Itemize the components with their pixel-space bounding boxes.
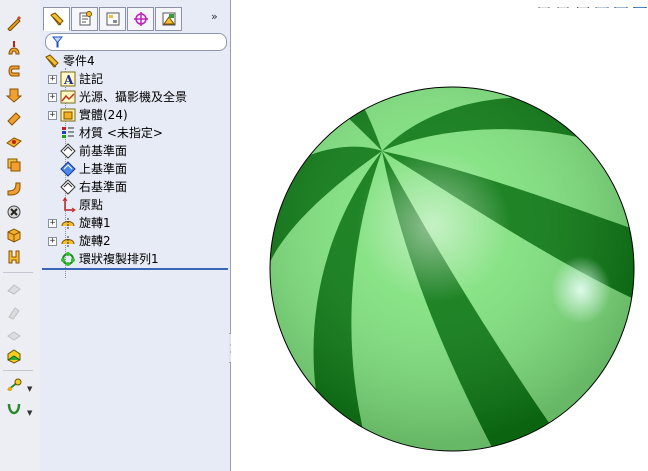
tree-root-part[interactable]: 零件4 bbox=[44, 52, 95, 70]
tree-item-revolve1[interactable]: + 旋轉1 bbox=[48, 214, 111, 232]
disabled-feature-icon-2[interactable] bbox=[4, 304, 24, 322]
sphere-highlight bbox=[551, 256, 611, 324]
svg-text:A: A bbox=[63, 73, 74, 87]
reference-geometry-dropdown-icon[interactable]: ▼ bbox=[27, 386, 33, 393]
circular-pattern-icon bbox=[60, 251, 76, 267]
chamfer-icon[interactable] bbox=[4, 203, 24, 221]
more-tabs-button[interactable]: » bbox=[211, 10, 218, 23]
expand-icon[interactable]: + bbox=[48, 92, 57, 102]
rollback-bar[interactable] bbox=[42, 268, 228, 270]
plane-icon bbox=[60, 179, 76, 195]
tree-filter-input[interactable] bbox=[45, 33, 227, 51]
tree-item-lights-cameras[interactable]: + 光源、攝影機及全景 bbox=[48, 88, 187, 106]
part-icon bbox=[44, 53, 60, 69]
tree-item-annotations[interactable]: + A 註記 bbox=[48, 70, 103, 88]
tree-root-label: 零件4 bbox=[63, 54, 95, 68]
material-icon bbox=[60, 125, 76, 141]
sweep-icon[interactable] bbox=[4, 110, 24, 128]
expand-icon[interactable]: + bbox=[48, 110, 57, 120]
tree-item-top-plane[interactable]: 上基準面 bbox=[60, 160, 127, 178]
expand-icon[interactable]: + bbox=[48, 236, 57, 246]
origin-icon bbox=[60, 197, 76, 213]
sketch-icon[interactable] bbox=[4, 14, 24, 32]
tree-item-circular-pattern[interactable]: 環狀複製排列1 bbox=[60, 250, 159, 268]
plane-icon[interactable] bbox=[4, 133, 24, 151]
toolbar-separator bbox=[3, 272, 33, 273]
expand-icon[interactable]: + bbox=[48, 74, 57, 84]
curves-dropdown-icon[interactable]: ▼ bbox=[27, 410, 33, 417]
loft-icon[interactable] bbox=[4, 86, 24, 104]
cut-icon[interactable] bbox=[4, 226, 24, 244]
graphics-area[interactable] bbox=[231, 0, 648, 471]
tree-item-front-plane[interactable]: 前基準面 bbox=[60, 142, 127, 160]
featuremanager-panel: » 零件4 + A 註記 + 光源、攝影機及全景 + 實體(24) 材質 <未指… bbox=[40, 0, 231, 471]
disabled-feature-icon-1[interactable] bbox=[4, 280, 24, 298]
propertymanager-tab[interactable] bbox=[71, 7, 98, 31]
tree-item-revolve2[interactable]: + 旋轉2 bbox=[48, 232, 111, 250]
curves-icon[interactable] bbox=[4, 401, 24, 419]
filter-icon bbox=[52, 36, 63, 48]
fillet-icon[interactable] bbox=[4, 180, 24, 198]
expand-icon[interactable]: + bbox=[48, 218, 57, 228]
annotations-icon: A bbox=[60, 71, 76, 87]
instant3d-icon[interactable] bbox=[4, 347, 24, 365]
plane-icon bbox=[60, 143, 76, 159]
plane-selected-icon bbox=[60, 161, 76, 177]
solid-bodies-icon bbox=[60, 107, 76, 123]
toolbar-separator bbox=[3, 370, 33, 371]
display-manager-tab[interactable] bbox=[155, 7, 182, 31]
extrude-boss-icon[interactable] bbox=[4, 39, 24, 57]
lights-cameras-icon bbox=[60, 89, 76, 105]
dimxpert-tab[interactable] bbox=[127, 7, 154, 31]
tree-item-origin[interactable]: 原點 bbox=[60, 196, 103, 214]
sphere-model[interactable] bbox=[231, 0, 648, 471]
revolve-icon bbox=[60, 233, 76, 249]
disabled-feature-icon-3[interactable] bbox=[4, 326, 24, 344]
shell-icon[interactable] bbox=[4, 156, 24, 174]
reference-geometry-icon[interactable] bbox=[4, 377, 24, 395]
panel-tabs bbox=[43, 7, 183, 31]
features-toolbar: ▼ ▼ bbox=[0, 0, 41, 471]
featuremanager-tab[interactable] bbox=[43, 7, 70, 31]
revolve-boss-icon[interactable] bbox=[4, 62, 24, 80]
tree-item-material[interactable]: 材質 <未指定> bbox=[60, 124, 163, 142]
revolve-icon bbox=[60, 215, 76, 231]
tree-item-right-plane[interactable]: 右基準面 bbox=[60, 178, 127, 196]
configurationmanager-tab[interactable] bbox=[99, 7, 126, 31]
rib-icon[interactable] bbox=[4, 248, 24, 266]
tree-item-solid-bodies[interactable]: + 實體(24) bbox=[48, 106, 128, 124]
